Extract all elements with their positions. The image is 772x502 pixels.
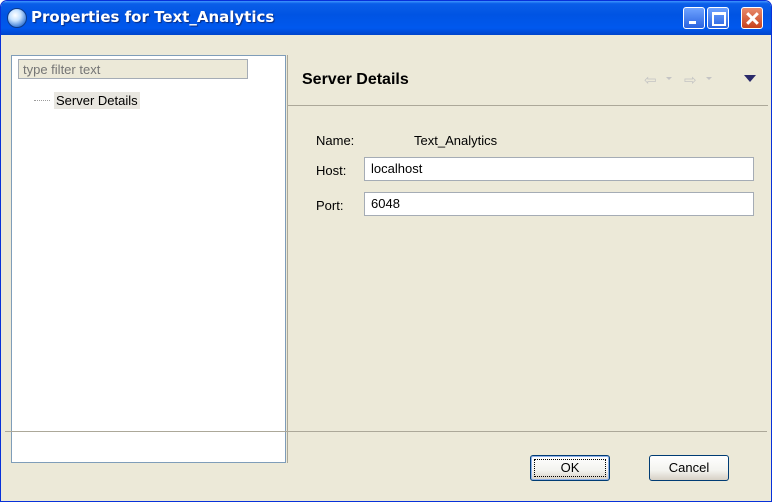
properties-page: Server Details ⇦ ⇨ Name: Text_Analytics … [287, 55, 768, 463]
close-button[interactable] [741, 7, 763, 29]
dialog-client-area: Server Details Server Details ⇦ ⇨ Name: … [5, 35, 768, 497]
back-arrow-icon[interactable]: ⇦ [644, 71, 657, 89]
name-label: Name: [316, 133, 355, 148]
filter-input[interactable] [18, 59, 248, 79]
page-title: Server Details [302, 71, 409, 88]
navigation-pane: Server Details [11, 55, 286, 463]
port-label: Port: [316, 198, 344, 213]
tree-connector [34, 100, 50, 101]
tree-item-label: Server Details [54, 92, 140, 109]
title-bar[interactable]: Properties for Text_Analytics [1, 1, 771, 35]
properties-dialog: Properties for Text_Analytics Server Det… [0, 0, 772, 502]
tree-item-server-details[interactable]: Server Details [34, 92, 140, 109]
focus-rectangle [534, 459, 606, 477]
server-properties-icon [7, 8, 27, 28]
cancel-button[interactable]: Cancel [649, 455, 729, 481]
maximize-button[interactable] [707, 7, 729, 29]
name-value: Text_Analytics [414, 133, 498, 148]
port-input[interactable]: 6048 [364, 192, 754, 216]
host-input[interactable]: localhost [364, 157, 754, 181]
host-label: Host: [316, 163, 347, 178]
back-history-dropdown-icon[interactable] [666, 77, 672, 80]
minimize-button[interactable] [683, 7, 705, 29]
cancel-button-label: Cancel [668, 460, 710, 475]
window-title: Properties for Text_Analytics [31, 8, 275, 26]
view-menu-icon[interactable] [744, 75, 756, 82]
forward-history-dropdown-icon[interactable] [706, 77, 712, 80]
button-bar-separator [5, 431, 767, 432]
forward-arrow-icon[interactable]: ⇨ [684, 71, 697, 89]
ok-button[interactable]: OK [530, 455, 610, 481]
page-header: Server Details ⇦ ⇨ [288, 55, 768, 106]
